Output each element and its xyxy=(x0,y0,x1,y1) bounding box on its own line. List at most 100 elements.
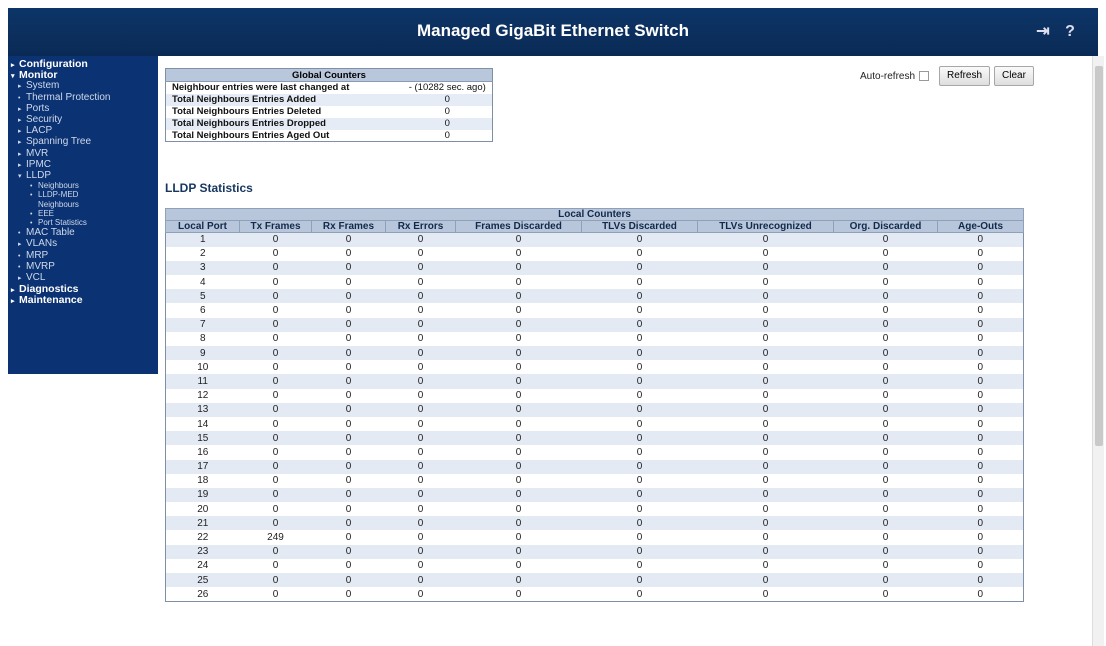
table-cell: 0 xyxy=(762,361,769,373)
sidebar-item-lacp[interactable]: ▸ LACP xyxy=(18,125,52,136)
table-cell: 0 xyxy=(882,588,889,600)
table-cell: 0 xyxy=(515,503,522,515)
sidebar-item-label: VLANs xyxy=(26,238,58,250)
counter-label: Total Neighbours Entries Deleted xyxy=(172,106,322,117)
table-cell: 24 xyxy=(197,560,209,572)
sidebar-item-label: Monitor xyxy=(19,69,58,82)
table-cell: 0 xyxy=(345,305,352,317)
table-row: 700000000 xyxy=(165,317,1024,332)
table-cell: 18 xyxy=(197,475,209,487)
table-row: 8 0 0 0 0 0 0 0 0 xyxy=(166,332,1024,346)
sidebar-item-lldp-med[interactable]: • LLDP-MED xyxy=(30,190,78,199)
table-cell: 0 xyxy=(345,503,352,515)
nav-arrow-icon: • xyxy=(30,183,33,191)
sidebar-item-thermal-protection[interactable]: • Thermal Protection xyxy=(18,92,110,103)
nav-arrow-icon: • xyxy=(18,263,21,271)
table-cell: 0 xyxy=(455,289,582,304)
sidebar-item-mrp[interactable]: • MRP xyxy=(18,250,48,261)
page-scrollbar[interactable] xyxy=(1092,56,1104,646)
sidebar-item-lldp[interactable]: ▾ LLDP xyxy=(18,170,51,181)
counter-label: Total Neighbours Entries Added xyxy=(165,93,403,106)
table-cell: 0 xyxy=(385,260,456,276)
table-cell: 0 xyxy=(977,588,984,600)
table-cell: 0 xyxy=(636,248,643,260)
table-cell: 0 xyxy=(581,544,698,559)
clear-button[interactable]: Clear xyxy=(994,66,1034,86)
logout-icon[interactable]: ⇥ xyxy=(1033,22,1053,42)
table-cell: 0 xyxy=(272,446,279,458)
nav-arrow-icon: ▸ xyxy=(11,287,15,295)
table-cell: 0 xyxy=(636,361,643,373)
counter-label: Total Neighbours Entries Dropped xyxy=(165,117,403,130)
nav-arrow-icon: ▸ xyxy=(18,105,22,113)
sidebar-item-label: Ports xyxy=(26,102,50,114)
table-cell: 0 xyxy=(937,516,1024,531)
table-row: 6 0 0 0 0 0 0 0 0 xyxy=(166,303,1024,317)
sidebar-item-security[interactable]: ▸ Security xyxy=(18,114,62,125)
sidebar-item-ipmc[interactable]: ▸ IPMC xyxy=(18,159,51,170)
sidebar-item-neighbours[interactable]: Neighbours xyxy=(30,200,79,209)
refresh-button[interactable]: Refresh xyxy=(939,66,991,86)
table-cell: 0 xyxy=(762,503,769,515)
sidebar-item-ports[interactable]: ▸ Ports xyxy=(18,103,49,114)
sidebar-item-diagnostics[interactable]: ▸ Diagnostics xyxy=(11,283,79,295)
table-cell: 0 xyxy=(977,276,984,288)
table-cell: 0 xyxy=(272,305,279,317)
sidebar-item-neighbours[interactable]: • Neighbours xyxy=(30,181,79,190)
sidebar-item-vlans[interactable]: ▸ VLANs xyxy=(18,238,57,249)
table-cell: 0 xyxy=(515,446,522,458)
table-cell: 0 xyxy=(697,431,834,446)
table-cell: 0 xyxy=(882,248,889,260)
table-cell: 0 xyxy=(515,418,522,430)
table-cell: 0 xyxy=(937,459,1024,474)
sidebar-item-label: Security xyxy=(26,114,63,125)
sidebar-item-configuration[interactable]: ▸ Configuration xyxy=(11,58,88,70)
sidebar-item-port-statistics[interactable]: • Port Statistics xyxy=(30,218,87,227)
sidebar-item-label: MVRP xyxy=(26,260,55,272)
auto-refresh-checkbox[interactable] xyxy=(919,71,930,81)
table-row: 300000000 xyxy=(165,260,1024,276)
table-cell: 0 xyxy=(762,390,769,402)
table-cell: 0 xyxy=(636,305,643,317)
table-cell: 0 xyxy=(272,390,279,402)
table-row: 500000000 xyxy=(165,289,1024,304)
table-cell: 0 xyxy=(697,317,834,332)
table-row: 15 0 0 0 0 0 0 0 0 xyxy=(165,431,1024,446)
table-cell: 0 xyxy=(239,402,312,417)
table-cell: 0 xyxy=(515,248,522,260)
table-cell: 0 xyxy=(239,317,312,332)
sidebar-item-maintenance[interactable]: ▸ Maintenance xyxy=(11,294,83,306)
counter-label: Total Neighbours Entries Aged Out xyxy=(172,129,330,141)
table-cell: 0 xyxy=(345,418,352,430)
table-cell: 0 xyxy=(882,418,889,430)
table-cell: 0 xyxy=(515,588,522,600)
sidebar-item-spanning-tree[interactable]: ▸ Spanning Tree xyxy=(18,136,91,147)
sidebar-item-eee[interactable]: • EEE xyxy=(30,209,54,218)
table-cell: 0 xyxy=(581,289,698,304)
table-cell: 0 xyxy=(455,544,582,559)
table-cell: 21 xyxy=(165,516,240,531)
help-icon[interactable]: ? xyxy=(1060,22,1080,42)
global-counter-row: Total Neighbours Entries Aged Out 0 xyxy=(166,130,493,142)
sidebar-item-mvrp[interactable]: • MVRP xyxy=(18,261,55,272)
sidebar-item-system[interactable]: ▸ System xyxy=(18,80,59,91)
table-cell: 0 xyxy=(833,431,938,446)
sidebar-item-mvr[interactable]: ▸ MVR xyxy=(18,148,48,159)
scrollbar-thumb[interactable] xyxy=(1095,66,1103,446)
table-cell: 0 xyxy=(697,346,834,361)
counter-value: 0 xyxy=(444,129,450,141)
table-cell: 0 xyxy=(581,573,698,588)
sidebar-item-monitor[interactable]: ▾ Monitor xyxy=(11,69,58,81)
table-cell: 0 xyxy=(345,361,352,373)
sidebar-item-mac-table[interactable]: • MAC Table xyxy=(18,227,75,238)
table-cell: 0 xyxy=(311,487,386,503)
table-cell: 0 xyxy=(697,260,834,276)
nav-arrow-icon: • xyxy=(18,252,21,260)
table-row: 900000000 xyxy=(165,346,1024,361)
table-cell: 0 xyxy=(455,232,582,247)
nav-arrow-icon: ▸ xyxy=(18,117,22,124)
sidebar-item-vcl[interactable]: ▸ VCL xyxy=(18,272,45,283)
table-cell: 0 xyxy=(882,333,889,345)
table-cell: 0 xyxy=(833,544,938,559)
table-cell: 0 xyxy=(417,475,424,487)
